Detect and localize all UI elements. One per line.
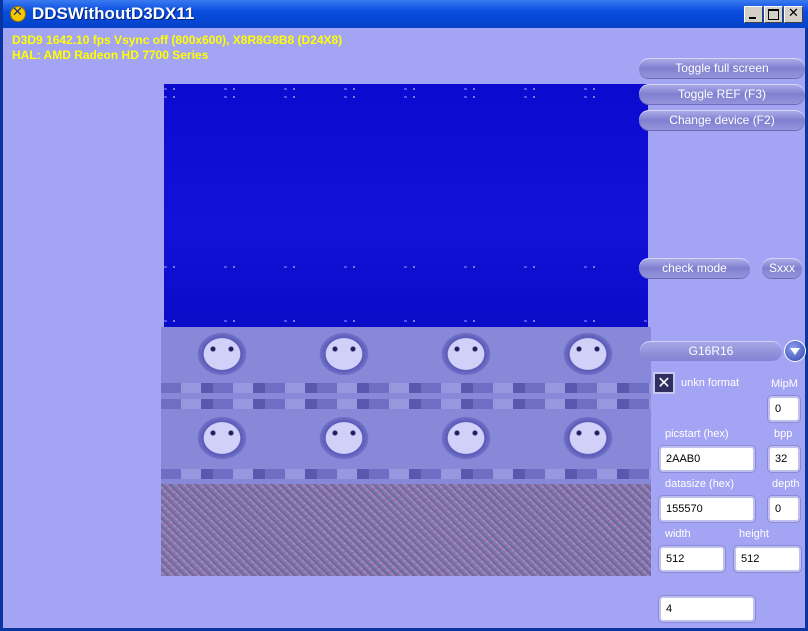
depth-label: depth <box>772 478 800 490</box>
mipm-label: MipM <box>771 378 798 390</box>
texture-noise-line <box>164 88 648 90</box>
minimize-button[interactable] <box>744 6 763 23</box>
width-field[interactable] <box>659 546 725 572</box>
stats-line-device: D3D9 1642.10 fps Vsync off (800x600), X8… <box>12 33 343 47</box>
window-title: DDSWithoutD3DX11 <box>32 4 195 23</box>
width-label: width <box>665 528 691 540</box>
face-tile <box>283 327 405 381</box>
mipm-field[interactable] <box>768 396 800 422</box>
texture-face-region <box>161 327 651 487</box>
bpp-label: bpp <box>774 428 793 440</box>
close-icon: ✕ <box>788 6 799 21</box>
unkn-format-label: unkn format <box>681 377 740 389</box>
change-device-button[interactable]: Change device (F2) <box>639 110 805 130</box>
toggle-fullscreen-button[interactable]: Toggle full screen <box>639 58 805 78</box>
format-dropdown[interactable]: G16R16 <box>640 341 782 361</box>
check-mode-button[interactable]: check mode <box>639 258 750 278</box>
texture-noise-line <box>164 320 648 322</box>
height-field[interactable] <box>734 546 801 572</box>
toggle-ref-button[interactable]: Toggle REF (F3) <box>639 84 805 104</box>
texture-stripe <box>161 383 651 393</box>
texture-top-region <box>164 84 648 329</box>
maximize-button[interactable] <box>764 6 783 23</box>
extra-value-field[interactable] <box>659 596 755 622</box>
app-window: DDSWithoutD3DX11 ✕ D3D9 1642.10 fps Vsyn… <box>0 0 808 631</box>
texture-noise-line <box>164 266 648 268</box>
texture-noise-region <box>161 484 651 576</box>
close-button[interactable]: ✕ <box>784 6 803 23</box>
picstart-field[interactable] <box>659 446 755 472</box>
texture-noise-line <box>164 96 648 98</box>
chevron-down-icon[interactable] <box>784 340 806 362</box>
face-tile <box>161 411 283 465</box>
face-row <box>161 411 651 465</box>
bpp-field[interactable] <box>768 446 800 472</box>
datasize-field[interactable] <box>659 496 755 522</box>
texture-stripe <box>161 469 651 479</box>
app-icon[interactable] <box>10 5 26 22</box>
face-tile <box>405 327 527 381</box>
face-tile <box>527 411 649 465</box>
check-icon: ✕ <box>657 373 671 392</box>
title-bar[interactable]: DDSWithoutD3DX11 ✕ <box>3 0 808 28</box>
depth-field[interactable] <box>768 496 800 522</box>
face-row <box>161 327 651 381</box>
render-viewport[interactable] <box>161 84 651 576</box>
height-label: height <box>739 528 769 540</box>
texture-stripe <box>161 399 651 409</box>
datasize-label: datasize (hex) <box>665 478 735 490</box>
face-tile <box>283 411 405 465</box>
face-tile <box>527 327 649 381</box>
face-tile <box>405 411 527 465</box>
stats-line-adapter: HAL: AMD Radeon HD 7700 Series <box>12 48 209 62</box>
face-tile <box>161 327 283 381</box>
sxxx-button[interactable]: Sxxx <box>762 258 802 278</box>
unkn-format-checkbox[interactable]: ✕ <box>653 372 675 394</box>
picstart-label: picstart (hex) <box>665 428 729 440</box>
